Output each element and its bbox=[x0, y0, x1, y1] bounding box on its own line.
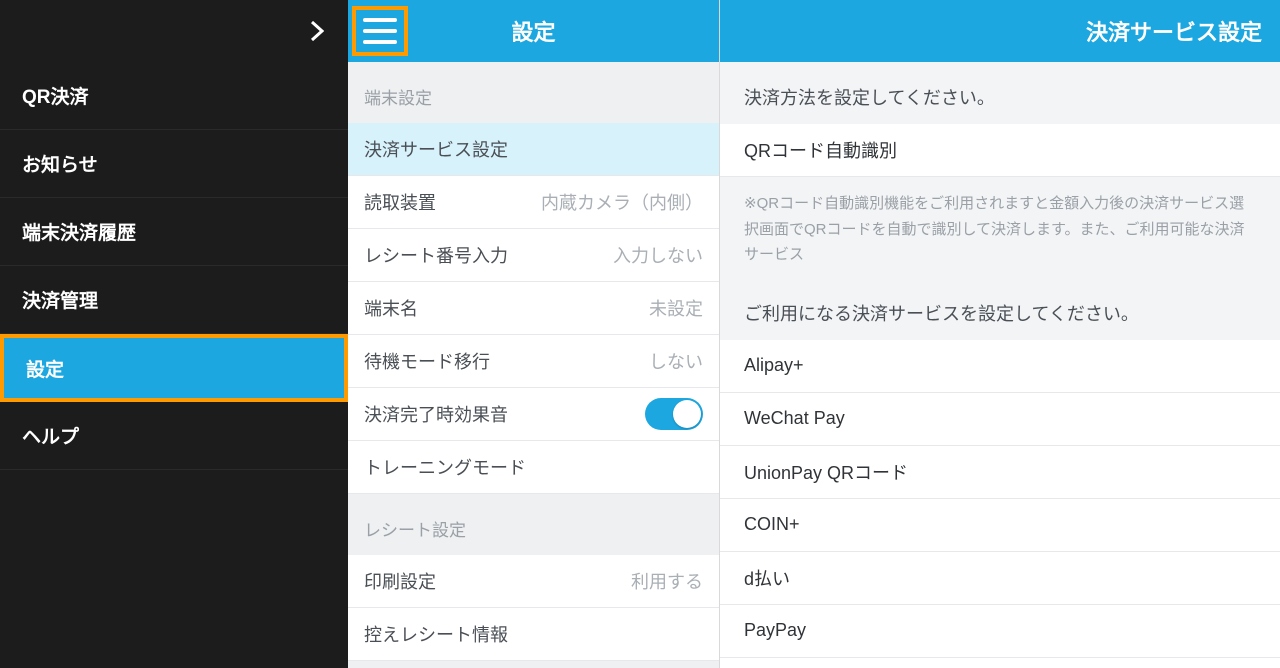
row-label: レシート番号入力 bbox=[364, 242, 508, 268]
section-header-terminal: 端末設定 bbox=[348, 62, 719, 123]
row-label: 決済サービス設定 bbox=[364, 136, 508, 162]
row-label: トレーニングモード bbox=[364, 454, 526, 480]
sidebar-item-qr-payment[interactable]: QR決済 bbox=[0, 62, 348, 130]
service-row-linepay[interactable]: LINE Pay bbox=[720, 658, 1280, 668]
sidebar-item-label: 端末決済履歴 bbox=[22, 218, 136, 245]
row-standby-mode[interactable]: 待機モード移行 しない bbox=[348, 335, 719, 388]
toggle-knob bbox=[673, 400, 701, 428]
row-label: 控えレシート情報 bbox=[364, 621, 508, 647]
sidebar: QR決済 お知らせ 端末決済履歴 決済管理 設定 ヘルプ bbox=[0, 0, 348, 668]
row-value: 内蔵カメラ（内側） bbox=[541, 189, 703, 215]
settings-header: 設定 bbox=[348, 0, 719, 62]
row-label: 印刷設定 bbox=[364, 568, 436, 594]
sidebar-item-payment-admin[interactable]: 決済管理 bbox=[0, 266, 348, 334]
sidebar-item-label: お知らせ bbox=[22, 150, 98, 177]
row-label: COIN+ bbox=[744, 514, 800, 535]
row-label: d払い bbox=[744, 565, 790, 591]
row-label: PayPay bbox=[744, 620, 806, 641]
row-label: Alipay+ bbox=[744, 355, 804, 376]
payment-method-prompt: 決済方法を設定してください。 bbox=[720, 62, 1280, 124]
service-row-paypay[interactable]: PayPay bbox=[720, 605, 1280, 658]
service-row-wechat[interactable]: WeChat Pay bbox=[720, 393, 1280, 446]
row-receipt-number[interactable]: レシート番号入力 入力しない bbox=[348, 229, 719, 282]
hamburger-icon bbox=[363, 18, 397, 44]
row-value: しない bbox=[649, 348, 703, 374]
row-payment-service[interactable]: 決済サービス設定 bbox=[348, 123, 719, 176]
row-value: 未設定 bbox=[649, 295, 703, 321]
service-row-coinplus[interactable]: COIN+ bbox=[720, 499, 1280, 552]
payment-services-prompt: ご利用になる決済サービスを設定してください。 bbox=[720, 278, 1280, 340]
row-value: 入力しない bbox=[613, 242, 703, 268]
chevron-right-icon bbox=[310, 20, 324, 42]
row-print-settings[interactable]: 印刷設定 利用する bbox=[348, 555, 719, 608]
row-label: QRコード自動識別 bbox=[744, 137, 897, 163]
sidebar-item-label: ヘルプ bbox=[22, 422, 79, 449]
row-reader[interactable]: 読取装置 内蔵カメラ（内側） bbox=[348, 176, 719, 229]
row-label: UnionPay QRコード bbox=[744, 459, 908, 485]
row-training-mode[interactable]: トレーニングモード bbox=[348, 441, 719, 494]
detail-title: 決済サービス設定 bbox=[720, 0, 1280, 62]
row-completion-sound[interactable]: 決済完了時効果音 bbox=[348, 388, 719, 441]
row-value: 利用する bbox=[631, 568, 703, 594]
sidebar-collapse[interactable] bbox=[0, 0, 348, 62]
sidebar-item-label: 設定 bbox=[26, 355, 64, 382]
row-qr-auto-detect[interactable]: QRコード自動識別 bbox=[720, 124, 1280, 177]
qr-auto-note: ※QRコード自動識別機能をご利用されますと金額入力後の決済サービス選択画面でQR… bbox=[720, 177, 1280, 278]
service-row-unionpay[interactable]: UnionPay QRコード bbox=[720, 446, 1280, 499]
sidebar-item-help[interactable]: ヘルプ bbox=[0, 402, 348, 470]
menu-button[interactable] bbox=[352, 6, 408, 56]
row-label: 読取装置 bbox=[364, 189, 436, 215]
row-label: 端末名 bbox=[364, 295, 418, 321]
service-row-alipay[interactable]: Alipay+ bbox=[720, 340, 1280, 393]
row-terminal-name[interactable]: 端末名 未設定 bbox=[348, 282, 719, 335]
sidebar-item-label: QR決済 bbox=[22, 82, 89, 109]
sidebar-item-settings[interactable]: 設定 bbox=[0, 334, 348, 402]
row-label: 待機モード移行 bbox=[364, 348, 490, 374]
sound-toggle[interactable] bbox=[645, 398, 703, 430]
row-label: WeChat Pay bbox=[744, 408, 845, 429]
row-copy-receipt[interactable]: 控えレシート情報 bbox=[348, 608, 719, 661]
sidebar-item-history[interactable]: 端末決済履歴 bbox=[0, 198, 348, 266]
sidebar-item-news[interactable]: お知らせ bbox=[0, 130, 348, 198]
sidebar-item-label: 決済管理 bbox=[22, 286, 98, 313]
section-header-receipt: レシート設定 bbox=[348, 494, 719, 555]
detail-panel: 決済サービス設定 決済方法を設定してください。 QRコード自動識別 ※QRコード… bbox=[720, 0, 1280, 668]
settings-panel: 設定 端末設定 決済サービス設定 読取装置 内蔵カメラ（内側） レシート番号入力… bbox=[348, 0, 720, 668]
row-label: 決済完了時効果音 bbox=[364, 401, 508, 427]
service-row-dbarai[interactable]: d払い bbox=[720, 552, 1280, 605]
